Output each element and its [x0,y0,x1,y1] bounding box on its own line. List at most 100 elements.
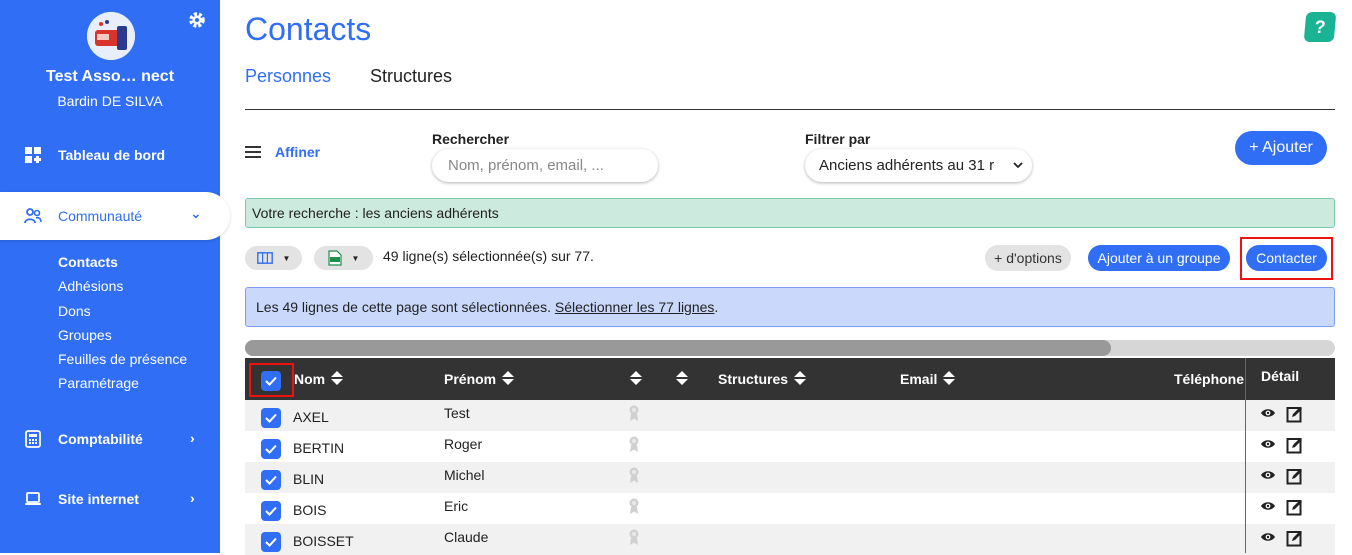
column-label: Nom [294,371,326,387]
cell-nom: BLIN [293,471,325,487]
help-button[interactable]: ? [1303,12,1337,42]
sidebar-submenu: Contacts Adhésions Dons Groupes Feuilles… [58,250,187,396]
filter-select[interactable]: Anciens adhérents au 31 r [805,149,1032,182]
sidebar-item-label: Site internet [58,491,139,507]
column-label: Téléphone f [1174,371,1246,387]
caret-down-icon: ▼ [282,253,291,263]
column-header-badge[interactable] [624,358,642,400]
selection-notice-text: Les 49 lignes de cette page sont sélecti… [256,299,551,315]
tab-personnes[interactable]: Personnes [245,66,331,87]
row-checkbox[interactable] [261,532,281,552]
table-header: Nom Prénom Structures Email Téléphone f … [245,358,1335,400]
cell-nom: AXEL [293,409,329,425]
affiner-toggle[interactable]: Affiner [245,144,320,160]
user-name: Bardin DE SILVA [57,93,163,109]
medal-icon [629,405,639,421]
submenu-item-groupes[interactable]: Groupes [58,323,187,347]
eye-icon[interactable] [1260,407,1276,419]
tabs-divider [245,109,1335,110]
laptop-icon [25,492,41,505]
sidebar-item-comptabilite[interactable]: Comptabilité › [0,415,220,463]
search-input[interactable] [432,149,658,182]
table-row: BOIS Eric [245,493,1335,524]
row-checkbox[interactable] [261,501,281,521]
edit-icon[interactable] [1286,405,1304,423]
sort-icon[interactable] [630,371,642,386]
row-checkbox[interactable] [261,408,281,428]
submenu-item-dons[interactable]: Dons [58,299,187,323]
submenu-item-parametrage[interactable]: Paramétrage [58,371,187,395]
selection-count: 49 ligne(s) sélectionnée(s) sur 77. [383,248,594,264]
submenu-item-contacts[interactable]: Contacts [58,250,187,274]
submenu-item-adhesions[interactable]: Adhésions [58,274,187,298]
columns-icon [256,252,273,264]
chevron-right-icon: › [190,430,195,446]
sort-icon[interactable] [676,371,688,386]
menu-icon [245,146,261,158]
affiner-label: Affiner [275,144,321,160]
medal-icon [629,498,639,514]
column-header-prenom[interactable]: Prénom [444,358,515,400]
avatar[interactable] [87,12,135,60]
caret-down-icon: ▼ [351,253,360,263]
sidebar-item-label: Communauté [58,208,143,224]
horizontal-scrollbar[interactable] [245,340,1335,356]
cell-prenom: Claude [444,529,489,545]
add-button[interactable]: + Ajouter [1235,131,1327,165]
column-header-structures[interactable]: Structures [718,358,807,400]
sort-icon[interactable] [331,371,344,386]
columns-dropdown[interactable]: ▼ [245,246,302,270]
table-row: BOISSET Claude [245,524,1335,555]
column-header-telephone[interactable]: Téléphone f [1174,358,1246,400]
eye-icon[interactable] [1260,531,1276,543]
edit-icon[interactable] [1286,467,1304,485]
more-options-button[interactable]: + d'options [985,245,1071,271]
scrollbar-thumb[interactable] [245,340,1111,356]
submenu-item-feuilles-de-presence[interactable]: Feuilles de présence [58,347,187,371]
column-divider [1245,358,1246,553]
sidebar: Test Asso… nect Bardin DE SILVA Tableau … [0,0,230,553]
column-label: Email [900,371,938,387]
medal-icon [629,436,639,452]
medal-icon [629,529,639,545]
column-label: Structures [718,371,789,387]
row-checkbox[interactable] [261,439,281,459]
org-name: Test Asso… nect [45,68,175,85]
sidebar-item-site-internet[interactable]: Site internet › [0,475,220,523]
table-row: AXEL Test [245,400,1335,431]
export-dropdown[interactable]: ▼ [314,246,373,270]
selection-notice-suffix: . [714,299,719,315]
column-header-unnamed[interactable] [670,358,688,400]
contact-button[interactable]: Contacter [1246,245,1327,271]
row-checkbox[interactable] [261,470,281,490]
eye-icon[interactable] [1260,500,1276,512]
edit-icon[interactable] [1286,498,1304,516]
highlight-frame [249,363,294,397]
sidebar-item-label: Tableau de bord [58,147,166,163]
eye-icon[interactable] [1260,438,1276,450]
column-header-email[interactable]: Email [900,358,956,400]
sort-icon[interactable] [502,371,515,386]
chevron-down-icon [1012,149,1026,182]
chevron-down-icon: ⌄ [190,205,202,221]
medal-icon [629,467,639,483]
people-icon [24,208,42,224]
page-title: Contacts [245,11,372,47]
chevron-right-icon: › [190,490,195,506]
eye-icon[interactable] [1260,469,1276,481]
sidebar-item-tableau-de-bord[interactable]: Tableau de bord [0,131,220,179]
add-to-group-button[interactable]: Ajouter à un groupe [1088,245,1230,271]
edit-icon[interactable] [1286,436,1304,454]
filter-label: Filtrer par [805,131,871,147]
cell-prenom: Michel [444,467,485,483]
edit-icon[interactable] [1286,529,1304,547]
search-notice: Votre recherche : les anciens adhérents [245,198,1335,228]
tab-structures[interactable]: Structures [370,66,452,87]
gear-icon[interactable] [187,10,207,30]
sidebar-item-communaute[interactable]: Communauté ⌄ [0,192,230,240]
column-header-nom[interactable]: Nom [294,358,344,400]
column-label: Détail [1261,368,1300,384]
sort-icon[interactable] [794,371,807,386]
select-all-link[interactable]: Sélectionner les 77 lignes [555,299,715,315]
sort-icon[interactable] [943,371,956,386]
